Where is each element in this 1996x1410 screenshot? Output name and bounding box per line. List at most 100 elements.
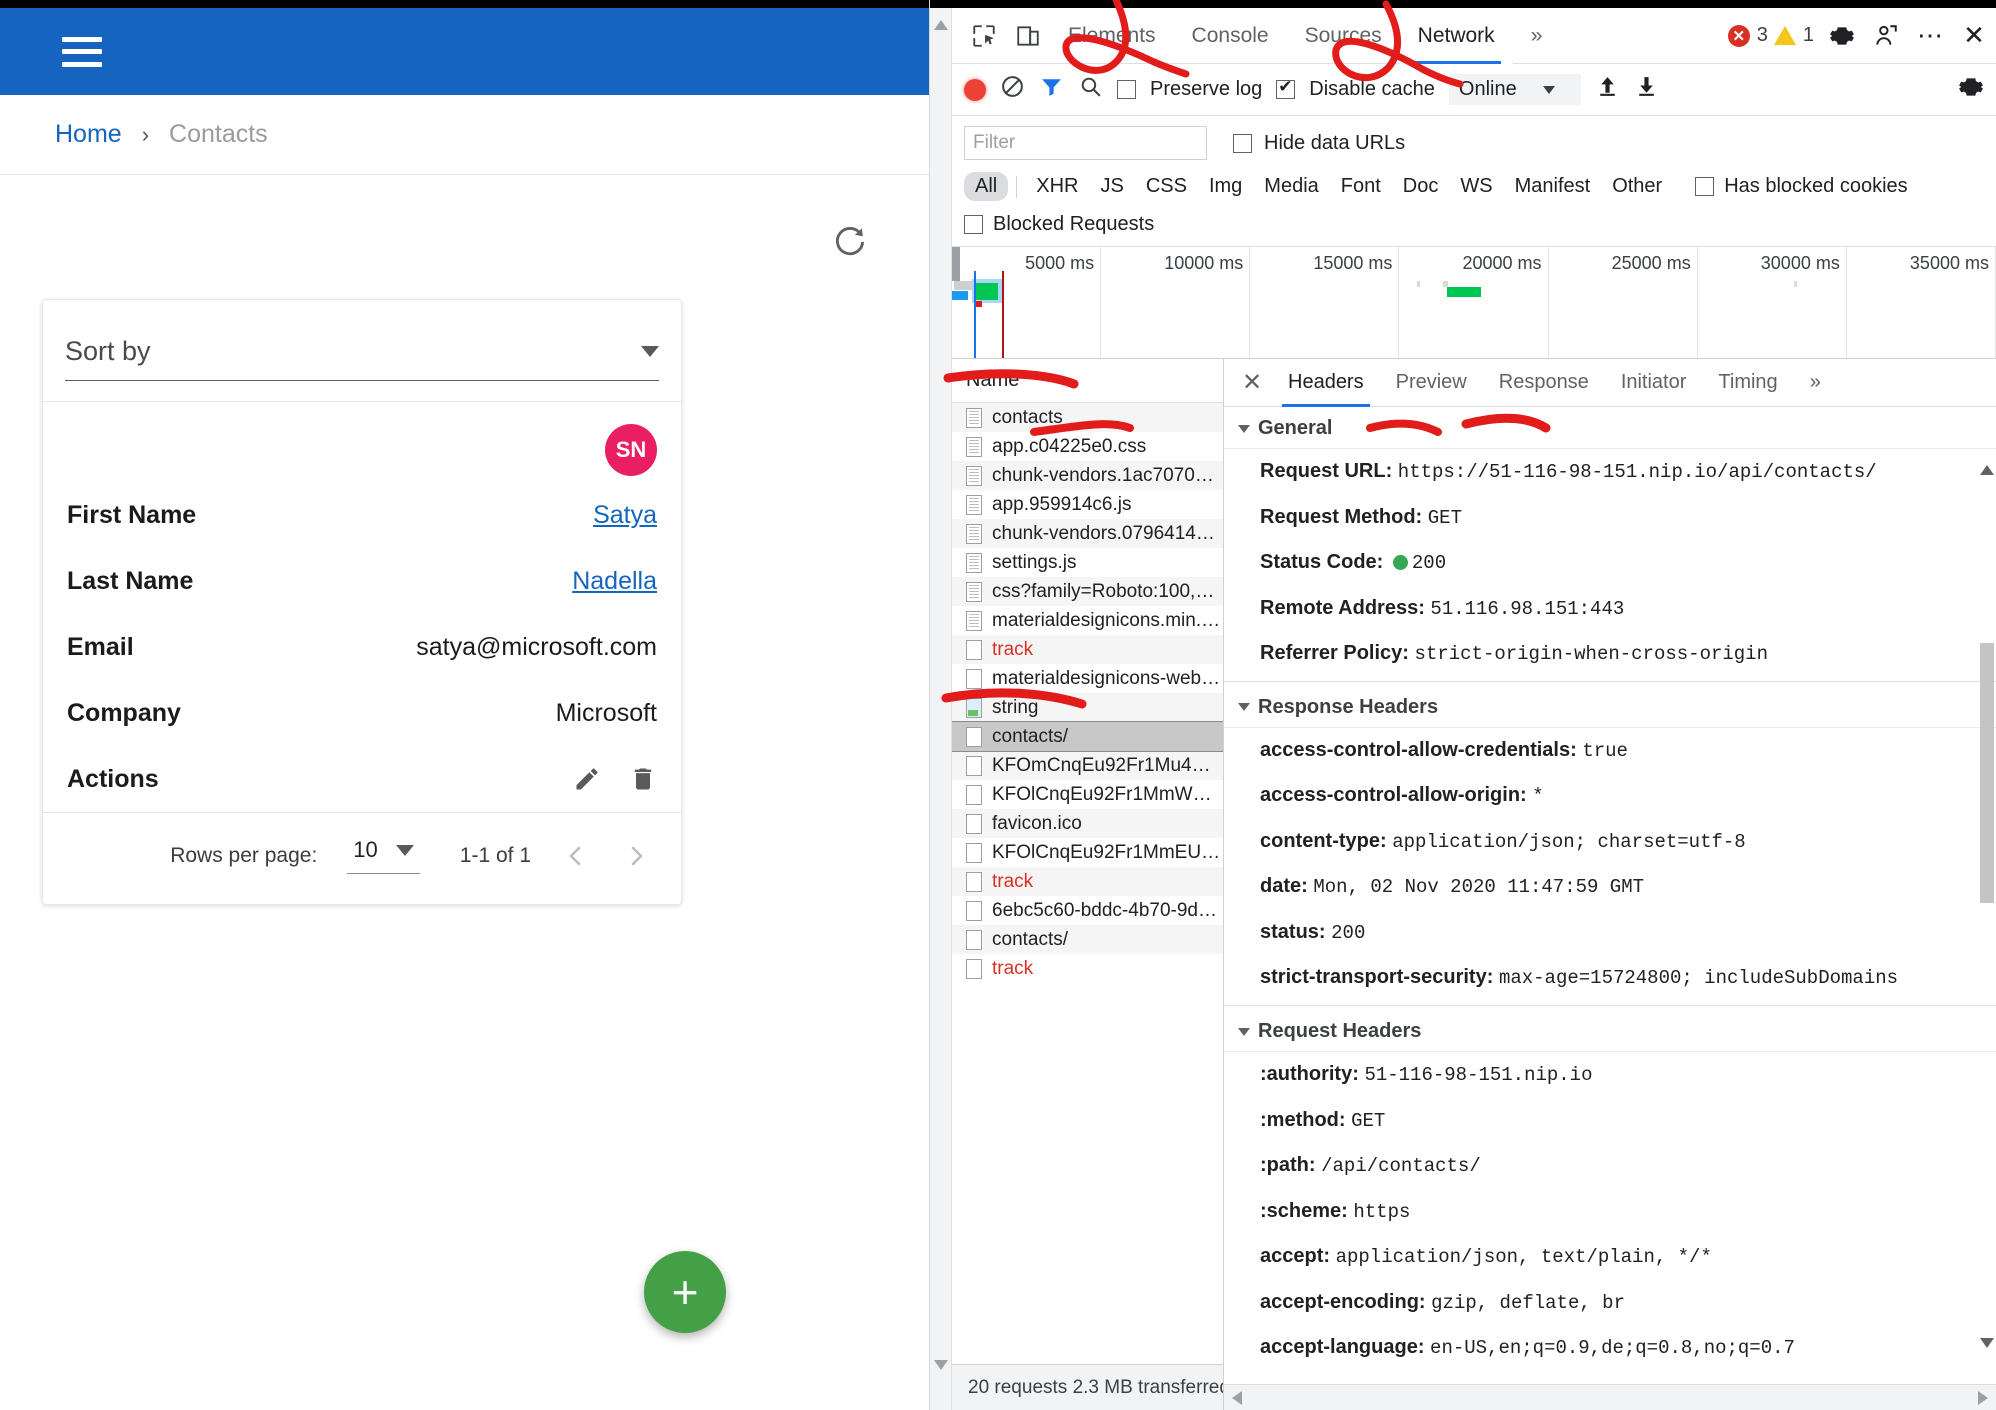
- request-row[interactable]: chunk-vendors.1ac7070d.css: [952, 461, 1223, 490]
- gear-icon[interactable]: [1958, 74, 1984, 106]
- hide-data-urls-checkbox[interactable]: [1233, 133, 1252, 153]
- request-row[interactable]: chunk-vendors.07964147.js: [952, 519, 1223, 548]
- devtools-body: Elements Console Sources Network » ✕ 3 1: [952, 7, 1996, 1410]
- detail-close-icon[interactable]: ✕: [1232, 363, 1272, 403]
- filter-type-ws[interactable]: WS: [1449, 172, 1503, 201]
- clear-icon[interactable]: [1000, 74, 1025, 105]
- request-row[interactable]: favicon.ico: [952, 809, 1223, 838]
- error-badge[interactable]: ✕ 3: [1727, 24, 1768, 47]
- tab-sources[interactable]: Sources: [1287, 8, 1400, 64]
- pencil-icon[interactable]: [573, 765, 601, 793]
- hamburger-icon[interactable]: [62, 36, 102, 67]
- add-contact-fab[interactable]: +: [644, 1251, 726, 1333]
- request-row[interactable]: css?family=Roboto:100,300,40…: [952, 577, 1223, 606]
- request-row[interactable]: string: [952, 693, 1223, 722]
- trash-icon[interactable]: [629, 765, 657, 793]
- request-row[interactable]: track: [952, 867, 1223, 896]
- blocked-requests-checkbox[interactable]: [964, 215, 983, 234]
- request-row[interactable]: settings.js: [952, 548, 1223, 577]
- filter-type-css[interactable]: CSS: [1135, 172, 1198, 201]
- gear-icon[interactable]: [1820, 14, 1864, 58]
- record-button[interactable]: [964, 78, 986, 101]
- refresh-icon[interactable]: [831, 223, 869, 261]
- detail-tab-timing[interactable]: Timing: [1702, 359, 1793, 407]
- request-row[interactable]: app.c04225e0.css: [952, 432, 1223, 461]
- filter-type-font[interactable]: Font: [1330, 172, 1392, 201]
- scroll-left-icon[interactable]: [1232, 1390, 1242, 1405]
- filter-input[interactable]: Filter: [964, 126, 1207, 160]
- request-row[interactable]: track: [952, 635, 1223, 664]
- devtools-left-rail[interactable]: [930, 8, 952, 1410]
- inspect-element-icon[interactable]: [962, 14, 1006, 58]
- chevron-left-icon[interactable]: [561, 841, 591, 871]
- detail-tab-initiator[interactable]: Initiator: [1605, 359, 1703, 407]
- request-row[interactable]: KFOlCnqEu92Fr1MmEU9fBBc4…: [952, 838, 1223, 867]
- tab-elements[interactable]: Elements: [1050, 8, 1174, 64]
- tab-network[interactable]: Network: [1399, 7, 1513, 64]
- request-row[interactable]: KFOlCnqEu92Fr1MmWUlfBBc…: [952, 780, 1223, 809]
- filter-type-other[interactable]: Other: [1601, 172, 1673, 201]
- preserve-log-label[interactable]: Preserve log: [1150, 78, 1262, 101]
- detail-tab-preview[interactable]: Preview: [1380, 359, 1483, 407]
- scroll-thumb[interactable]: [1980, 643, 1994, 903]
- upload-arrow-icon[interactable]: [1595, 74, 1620, 105]
- request-row[interactable]: app.959914c6.js: [952, 490, 1223, 519]
- chevron-down-icon[interactable]: [641, 346, 659, 357]
- request-row[interactable]: track: [952, 954, 1223, 983]
- field-value-last-name[interactable]: Nadella: [572, 567, 657, 596]
- blocked-requests-label[interactable]: Blocked Requests: [993, 213, 1154, 236]
- header-section-title[interactable]: Request Headers: [1224, 1010, 1996, 1053]
- close-icon[interactable]: ✕: [1952, 14, 1996, 58]
- request-row[interactable]: 6ebc5c60-bddc-4b70-9d7c-d…: [952, 896, 1223, 925]
- rows-per-page-select[interactable]: 10: [347, 837, 420, 874]
- request-row[interactable]: contacts/: [952, 925, 1223, 954]
- header-section-title[interactable]: General: [1224, 407, 1996, 449]
- download-arrow-icon[interactable]: [1634, 74, 1659, 105]
- detail-vertical-scrollbar[interactable]: [1980, 463, 1994, 1350]
- detail-more-tabs-icon[interactable]: »: [1794, 359, 1837, 407]
- chevron-down-icon[interactable]: [395, 844, 414, 856]
- breadcrumb-home-link[interactable]: Home: [55, 120, 122, 149]
- header-section-title[interactable]: Response Headers: [1224, 686, 1996, 728]
- warning-badge[interactable]: 1: [1773, 24, 1814, 47]
- has-blocked-cookies-label[interactable]: Has blocked cookies: [1724, 175, 1907, 198]
- throttling-select[interactable]: Online: [1448, 74, 1581, 105]
- filter-type-img[interactable]: Img: [1198, 172, 1253, 201]
- user-icon[interactable]: [1864, 14, 1908, 58]
- disable-cache-checkbox[interactable]: [1276, 77, 1296, 99]
- filter-type-xhr[interactable]: XHR: [1025, 172, 1089, 201]
- sort-by-select[interactable]: Sort by: [65, 336, 659, 381]
- request-row[interactable]: KFOmCnqEu92Fr1Mu4mxK.w…: [952, 751, 1223, 780]
- filter-funnel-icon[interactable]: [1039, 74, 1064, 105]
- chevron-right-icon[interactable]: [621, 841, 651, 871]
- scroll-up-icon[interactable]: [933, 20, 948, 30]
- has-blocked-cookies-checkbox[interactable]: [1695, 177, 1715, 196]
- document-file-icon: [966, 813, 982, 834]
- filter-type-all[interactable]: All: [964, 172, 1009, 201]
- detail-tab-response[interactable]: Response: [1483, 359, 1605, 407]
- filter-type-doc[interactable]: Doc: [1392, 172, 1450, 201]
- filter-type-js[interactable]: JS: [1089, 172, 1134, 201]
- request-row[interactable]: contacts/: [952, 721, 1223, 752]
- preserve-log-checkbox[interactable]: [1117, 80, 1136, 99]
- hide-data-urls-label[interactable]: Hide data URLs: [1264, 132, 1405, 155]
- request-row[interactable]: contacts: [952, 403, 1223, 432]
- device-toolbar-icon[interactable]: [1006, 14, 1050, 58]
- request-column-header[interactable]: Name: [952, 359, 1223, 403]
- search-icon[interactable]: [1078, 74, 1103, 105]
- detail-horizontal-scrollbar[interactable]: [1224, 1384, 1996, 1410]
- scroll-down-icon[interactable]: [934, 1360, 948, 1370]
- network-overview-timeline[interactable]: 5000 ms 10000 ms 15000 ms 20000 ms 25000…: [952, 247, 1996, 359]
- scroll-right-icon[interactable]: [1978, 1390, 1988, 1405]
- request-row[interactable]: materialdesignicons.min.css: [952, 606, 1223, 635]
- detail-tab-headers[interactable]: Headers: [1272, 359, 1380, 407]
- filter-type-manifest[interactable]: Manifest: [1504, 172, 1602, 201]
- header-key: access-control-allow-origin:: [1260, 784, 1527, 807]
- more-options-icon[interactable]: ⋯: [1908, 14, 1952, 58]
- tab-console[interactable]: Console: [1174, 8, 1287, 64]
- more-tabs-icon[interactable]: »: [1513, 8, 1561, 64]
- field-value-first-name[interactable]: Satya: [593, 501, 657, 530]
- request-row[interactable]: materialdesignicons-webfont…: [952, 664, 1223, 693]
- disable-cache-label[interactable]: Disable cache: [1309, 78, 1435, 101]
- filter-type-media[interactable]: Media: [1253, 172, 1329, 201]
